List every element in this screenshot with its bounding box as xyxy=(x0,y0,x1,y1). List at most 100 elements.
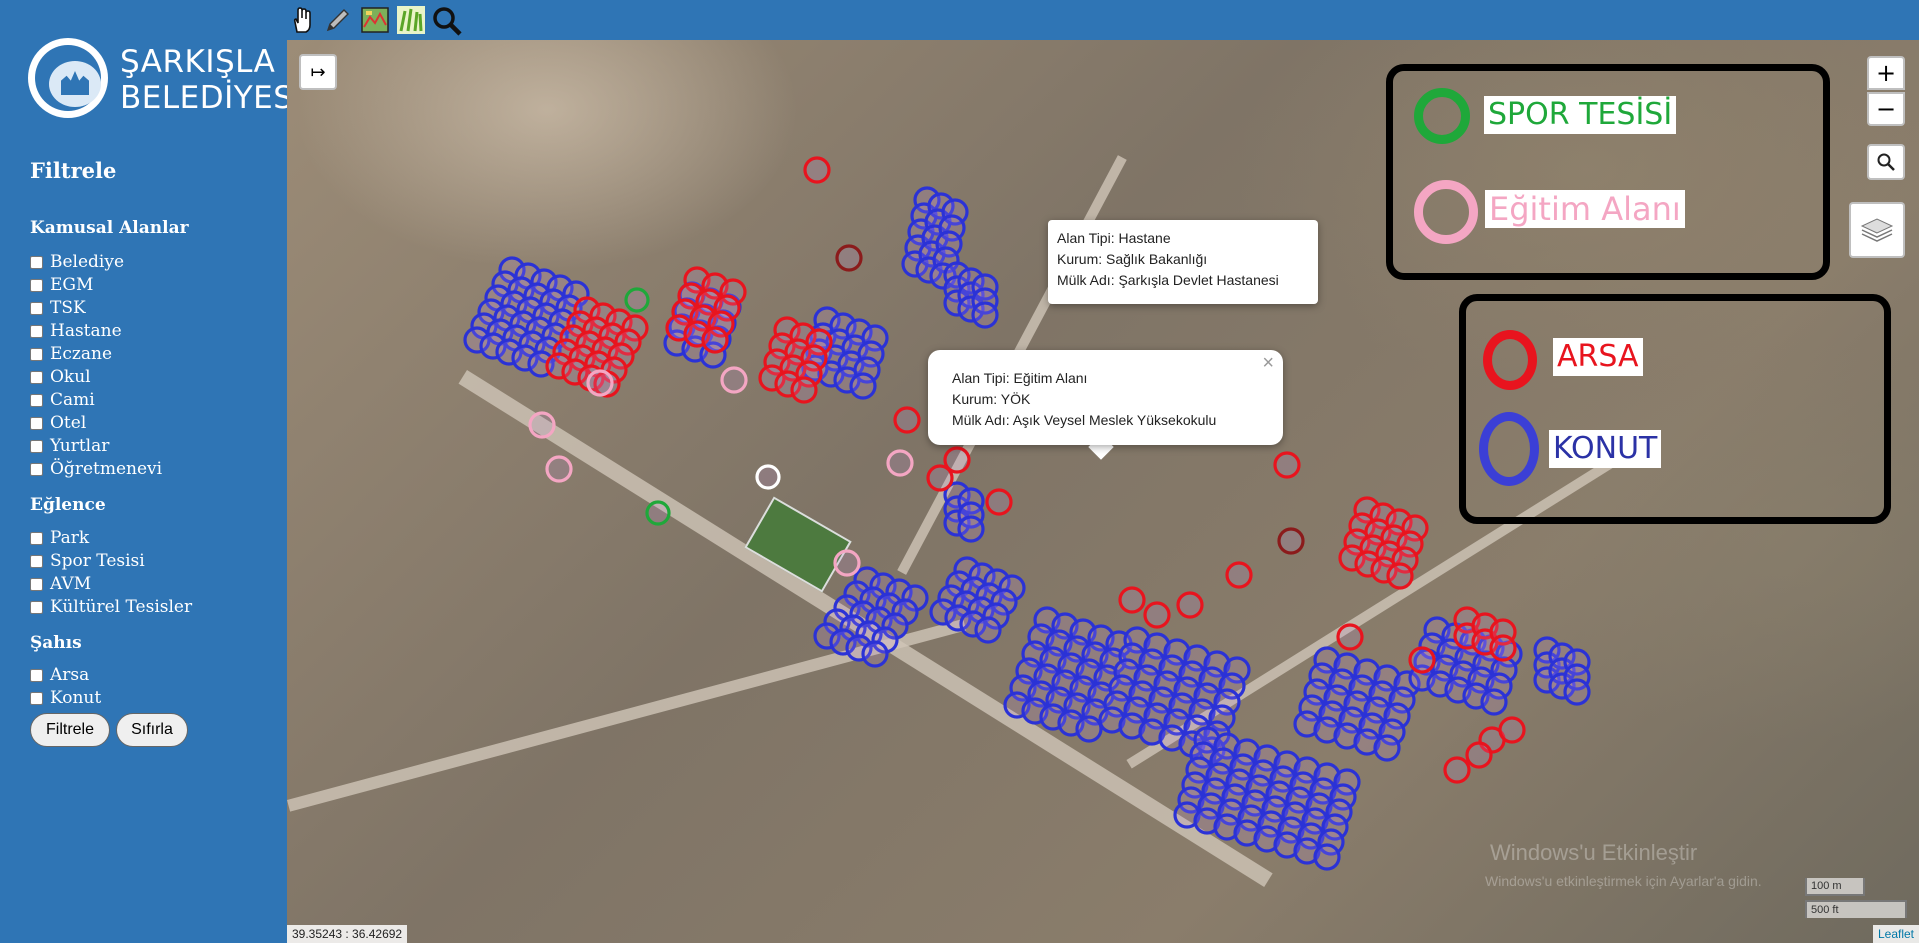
checkbox-label: Eczane xyxy=(50,344,113,364)
map-view[interactable]: ↦ + − SPOR TESİSİ Eğitim Alanı ARSA KONU… xyxy=(287,40,1919,943)
checkbox[interactable] xyxy=(30,370,43,384)
arsa-marker[interactable] xyxy=(1225,561,1253,589)
arsa-marker[interactable] xyxy=(1273,451,1301,479)
spor-marker[interactable] xyxy=(645,500,671,526)
filter-option-egm[interactable]: EGM xyxy=(30,275,93,295)
checkbox[interactable] xyxy=(30,462,43,476)
arsa-marker[interactable] xyxy=(790,376,818,404)
filter-button[interactable]: Filtrele xyxy=(30,713,110,747)
arsa-marker[interactable] xyxy=(1176,591,1204,619)
konut-marker[interactable] xyxy=(974,616,1002,644)
arsa-marker[interactable] xyxy=(1498,716,1526,744)
checkbox[interactable] xyxy=(30,301,43,315)
terrain-icon[interactable] xyxy=(396,5,426,35)
map-layer-icon[interactable] xyxy=(360,5,390,35)
egitim-marker[interactable] xyxy=(755,464,781,490)
legend-private-areas xyxy=(1459,294,1891,524)
arsa-marker[interactable] xyxy=(835,244,863,272)
legend-spor-icon xyxy=(1414,88,1470,144)
attribution-link[interactable]: Leaflet xyxy=(1872,925,1919,943)
arsa-marker[interactable] xyxy=(893,406,921,434)
watermark-subtitle: Windows'u etkinleştirmek için Ayarlar'a … xyxy=(1485,873,1762,889)
filter-option-arsa[interactable]: Arsa xyxy=(30,665,89,685)
konut-marker[interactable] xyxy=(1313,843,1341,871)
legend-konut-icon xyxy=(1479,412,1539,486)
checkbox[interactable] xyxy=(30,577,43,591)
checkbox[interactable] xyxy=(30,668,43,682)
arsa-marker[interactable] xyxy=(1443,756,1471,784)
checkbox[interactable] xyxy=(30,278,43,292)
filter-option-park[interactable]: Park xyxy=(30,528,89,548)
konut-marker[interactable] xyxy=(1075,715,1103,743)
egitim-marker[interactable] xyxy=(720,366,748,394)
zoom-out-button[interactable]: − xyxy=(1867,92,1905,126)
group-title-kamusal: Kamusal Alanlar xyxy=(30,218,189,238)
filter-option-hastane[interactable]: Hastane xyxy=(30,321,122,341)
checkbox[interactable] xyxy=(30,347,43,361)
legend-spor-label: SPOR TESİSİ xyxy=(1484,96,1677,134)
filter-option-k-lt-rel-tesisler[interactable]: Kültürel Tesisler xyxy=(30,597,192,617)
filter-option--retmenevi[interactable]: Öğretmenevi xyxy=(30,459,162,479)
zoom-in-button[interactable]: + xyxy=(1867,56,1905,90)
konut-marker[interactable] xyxy=(1563,678,1591,706)
filter-option-cami[interactable]: Cami xyxy=(30,390,95,410)
arsa-marker[interactable] xyxy=(1408,646,1436,674)
filter-option-otel[interactable]: Otel xyxy=(30,413,86,433)
expand-sidebar-button[interactable]: ↦ xyxy=(299,54,337,90)
arsa-marker[interactable] xyxy=(1465,741,1493,769)
reset-button[interactable]: Sıfırla xyxy=(116,713,188,747)
popup-close-button[interactable]: × xyxy=(1262,352,1274,375)
popup-hastane: Alan Tipi: Hastane Kurum: Sağlık Bakanlı… xyxy=(1048,220,1318,304)
egitim-marker[interactable] xyxy=(833,549,861,577)
filter-option-okul[interactable]: Okul xyxy=(30,367,91,387)
layers-icon[interactable] xyxy=(1849,202,1905,258)
konut-marker[interactable] xyxy=(957,515,985,543)
arsa-marker[interactable] xyxy=(1336,623,1364,651)
filter-option-eczane[interactable]: Eczane xyxy=(30,344,112,364)
egitim-marker[interactable] xyxy=(528,411,556,439)
filter-option-belediye[interactable]: Belediye xyxy=(30,252,124,272)
checkbox[interactable] xyxy=(30,416,43,430)
logo-line-1: ŞARKIŞLA xyxy=(120,44,276,80)
egitim-marker[interactable] xyxy=(886,449,914,477)
sidebar: ŞARKIŞLA BELEDİYESİ Filtrele Kamusal Ala… xyxy=(0,0,303,943)
checkbox-label: Konut xyxy=(50,688,102,708)
konut-marker[interactable] xyxy=(971,301,999,329)
checkbox[interactable] xyxy=(30,600,43,614)
arsa-marker[interactable] xyxy=(1489,634,1517,662)
checkbox[interactable] xyxy=(30,554,43,568)
filter-option-spor-tesisi[interactable]: Spor Tesisi xyxy=(30,551,145,571)
search-icon[interactable] xyxy=(431,5,462,36)
filter-option-tsk[interactable]: TSK xyxy=(30,298,86,318)
filter-option-konut[interactable]: Konut xyxy=(30,688,101,708)
checkbox[interactable] xyxy=(30,531,43,545)
checkbox[interactable] xyxy=(30,255,43,269)
konut-marker[interactable] xyxy=(1480,688,1508,716)
scale-metric: 100 m xyxy=(1805,878,1865,896)
checkbox[interactable] xyxy=(30,439,43,453)
arsa-marker[interactable] xyxy=(985,488,1013,516)
checkbox[interactable] xyxy=(30,324,43,338)
konut-marker[interactable] xyxy=(861,640,889,668)
arsa-marker[interactable] xyxy=(1143,601,1171,629)
konut-marker[interactable] xyxy=(849,372,877,400)
arsa-marker[interactable] xyxy=(701,326,729,354)
hand-tool-icon[interactable] xyxy=(287,5,317,35)
arsa-marker[interactable] xyxy=(926,464,954,492)
group-title-eglence: Eğlence xyxy=(30,495,106,515)
arsa-marker[interactable] xyxy=(1277,527,1305,555)
arsa-marker[interactable] xyxy=(1386,562,1414,590)
egitim-marker[interactable] xyxy=(586,369,614,397)
egitim-marker[interactable] xyxy=(545,455,573,483)
spor-marker[interactable] xyxy=(624,287,650,313)
map-search-icon[interactable] xyxy=(1867,144,1905,180)
filter-option-yurtlar[interactable]: Yurtlar xyxy=(30,436,109,456)
arsa-marker[interactable] xyxy=(803,156,831,184)
filter-option-avm[interactable]: AVM xyxy=(30,574,91,594)
checkbox[interactable] xyxy=(30,393,43,407)
coordinate-readout: 39.35243 : 36.42692 xyxy=(287,925,408,943)
konut-marker[interactable] xyxy=(1373,734,1401,762)
checkbox[interactable] xyxy=(30,691,43,705)
pencil-tool-icon[interactable] xyxy=(323,5,353,35)
arsa-marker[interactable] xyxy=(1118,586,1146,614)
